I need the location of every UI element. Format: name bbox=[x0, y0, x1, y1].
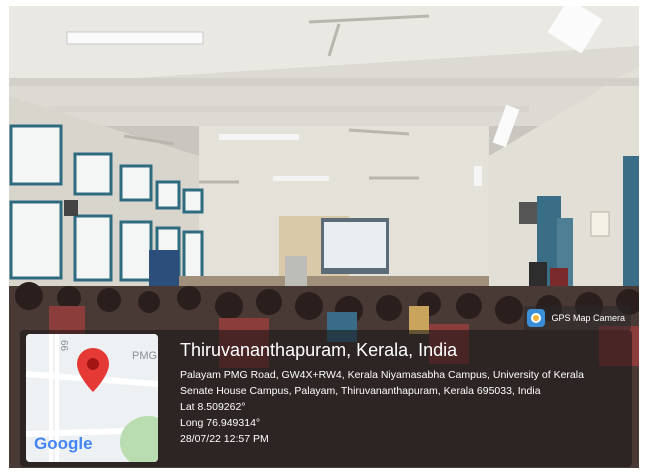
google-logo: Google bbox=[34, 434, 93, 453]
gps-map-camera-icon bbox=[527, 309, 546, 327]
latitude: Lat 8.509262° bbox=[180, 401, 246, 413]
road-number-label: 66 bbox=[58, 339, 70, 352]
map-place-label: PMG bbox=[132, 350, 158, 362]
map-pin-icon bbox=[77, 348, 109, 392]
location-map-thumbnail: 66 PMG Google bbox=[26, 334, 158, 462]
timestamp: 28/07/22 12:57 PM bbox=[180, 433, 269, 445]
location-title: Thiruvananthapuram, Kerala, India bbox=[180, 340, 458, 360]
address-line-1: Palayam PMG Road, GW4X+RW4, Kerala Niyam… bbox=[180, 369, 584, 381]
badge-label: GPS Map Camera bbox=[551, 313, 625, 323]
gps-map-camera-badge: GPS Map Camera bbox=[524, 306, 631, 330]
location-info: Thiruvananthapuram, Kerala, India Palaya… bbox=[180, 340, 584, 447]
address-line-2: Senate House Campus, Palayam, Thiruvanan… bbox=[180, 385, 541, 397]
longitude: Long 76.949314° bbox=[180, 417, 261, 429]
